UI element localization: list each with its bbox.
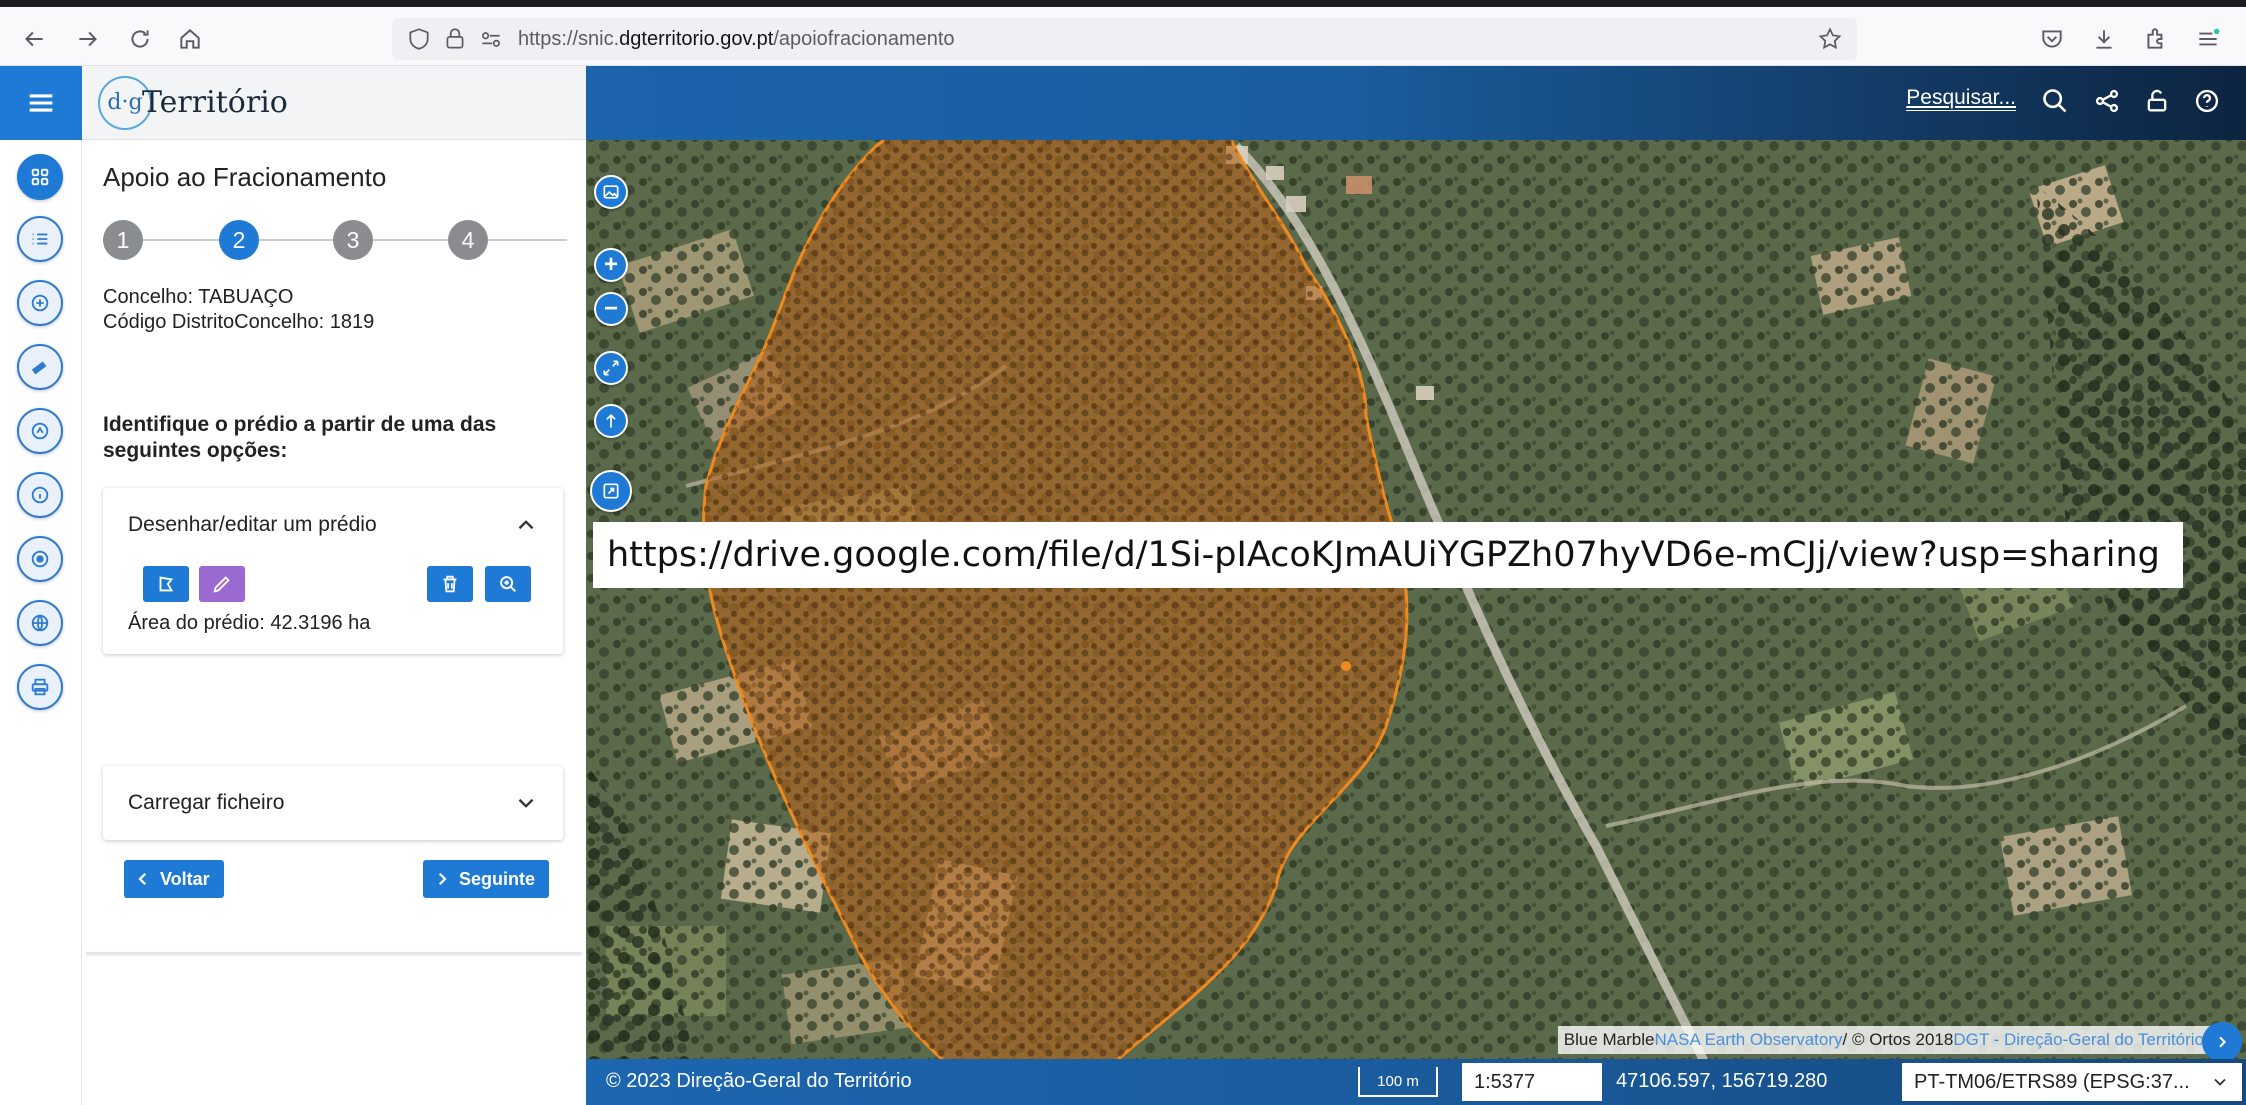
draw-edit-card: Desenhar/editar um prédio Área do prédio… <box>103 488 563 654</box>
trash-icon <box>443 575 457 593</box>
panel-divider <box>86 952 582 954</box>
shield-icon <box>409 28 429 50</box>
logo-wordmark: Território <box>142 85 288 120</box>
draw-tools-icon[interactable] <box>17 408 63 454</box>
full-extent-button[interactable] <box>594 351 628 385</box>
reload-icon[interactable] <box>122 21 158 57</box>
map-view[interactable]: Pesquisar... + − https://drive.google.co… <box>586 66 2246 1105</box>
step-4[interactable]: 4 <box>448 220 488 260</box>
attribution-separator: / © Ortos 2018 <box>1842 1030 1954 1049</box>
step-1[interactable]: 1 <box>103 220 143 260</box>
codigo-text: Código DistritoConcelho: 1819 <box>103 311 375 333</box>
step-2[interactable]: 2 <box>219 220 259 260</box>
panel-title: Apoio ao Fracionamento <box>103 162 387 192</box>
add-layer-icon[interactable] <box>17 280 63 326</box>
step-3[interactable]: 3 <box>333 220 373 260</box>
crs-select[interactable]: PT-TM06/ETRS89 (EPSG:37... <box>1902 1063 2242 1101</box>
layers-list-icon[interactable] <box>17 216 63 262</box>
map-status-bar: © 2023 Direção-Geral do Território 100 m… <box>586 1059 2246 1105</box>
permissions-icon <box>482 32 500 47</box>
chevron-right-icon <box>2219 1036 2227 1048</box>
pencil-icon <box>213 576 230 593</box>
location-target-icon[interactable] <box>17 536 63 582</box>
attribution-basemap: Blue Marble <box>1563 1030 1655 1049</box>
scale-input[interactable]: 1:5377 <box>1462 1063 1602 1101</box>
search-icon[interactable] <box>2038 84 2072 118</box>
print-icon[interactable] <box>17 664 63 710</box>
side-panel: d·g Território Apoio ao Fracionamento 1 … <box>82 66 586 1105</box>
back-button[interactable]: Voltar <box>124 860 224 898</box>
parcel-area-text: Área do prédio: 42.3196 ha <box>128 612 371 634</box>
zoom-in-icon <box>500 576 517 593</box>
upload-file-card: Carregar ficheiro <box>103 766 563 840</box>
apps-grid-icon[interactable] <box>17 154 63 200</box>
back-button-label: Voltar <box>160 868 210 889</box>
delete-polygon-button[interactable] <box>427 566 473 602</box>
unlock-icon[interactable] <box>2140 84 2174 118</box>
polygon-draw-icon <box>159 576 174 592</box>
back-arrow-icon[interactable] <box>16 21 52 57</box>
chevron-left-icon <box>138 872 147 886</box>
crs-selected-value: PT-TM06/ETRS89 (EPSG:37... <box>1914 1070 2190 1093</box>
draw-tools-row <box>103 562 563 612</box>
zoom-in-button[interactable]: + <box>594 248 628 282</box>
ruler-measure-icon[interactable] <box>17 344 63 390</box>
instruction-text: Identifique o prédio a partir de uma das… <box>103 413 497 462</box>
app-menu-icon[interactable] <box>2190 21 2226 57</box>
upload-file-card-title: Carregar ficheiro <box>128 791 285 814</box>
edit-polygon-button[interactable] <box>199 566 245 602</box>
shared-link-banner: https://drive.google.com/file/d/1Si-pIAc… <box>593 522 2183 588</box>
coordinates-readout: 47106.597, 156719.280 <box>1616 1070 1828 1092</box>
fullscreen-icon <box>603 483 619 499</box>
address-bar[interactable]: https://snic.dgterritorio.gov.pt/apoiofr… <box>392 18 1857 60</box>
attribution-nasa-link[interactable]: NASA Earth Observatory <box>1654 1030 1842 1050</box>
draw-edit-card-header[interactable]: Desenhar/editar um prédio <box>103 488 563 562</box>
bookmark-star-icon[interactable] <box>1817 26 1843 52</box>
attribution-toggle-button[interactable] <box>2202 1022 2242 1062</box>
attribution-dgt-link[interactable]: DGT - Direção-Geral do Território <box>1953 1030 2204 1050</box>
forward-arrow-icon[interactable] <box>70 21 106 57</box>
north-arrow-button[interactable] <box>594 404 628 438</box>
draw-edit-card-title: Desenhar/editar um prédio <box>128 513 377 536</box>
basemap-button[interactable] <box>594 175 628 209</box>
brand-header: d·g Território <box>82 66 586 140</box>
chevron-right-icon <box>438 872 447 886</box>
draw-polygon-button[interactable] <box>143 566 189 602</box>
chevron-up-icon <box>518 520 534 530</box>
download-icon[interactable] <box>2086 21 2122 57</box>
home-icon[interactable] <box>172 21 208 57</box>
zoom-out-button[interactable]: − <box>594 292 628 326</box>
lock-icon <box>446 28 464 49</box>
url-text: https://snic.dgterritorio.gov.pt/apoiofr… <box>518 27 955 50</box>
wizard-stepper: 1 2 3 4 <box>103 220 567 260</box>
dgt-logo[interactable]: d·g Território <box>98 75 288 130</box>
extensions-icon[interactable] <box>2138 21 2174 57</box>
search-link[interactable]: Pesquisar... <box>1906 86 2016 111</box>
browser-toolbar: https://snic.dgterritorio.gov.pt/apoiofr… <box>0 0 2246 66</box>
chevron-down-icon <box>2214 1078 2226 1086</box>
map-attribution: Blue Marble NASA Earth Observatory / © O… <box>1557 1026 2210 1054</box>
concelho-text: Concelho: TABUAÇO <box>103 286 294 308</box>
share-icon[interactable] <box>2090 84 2124 118</box>
expand-diagonal-icon <box>603 360 619 376</box>
chevron-down-icon <box>518 798 534 808</box>
next-button-label: Seguinte <box>459 868 536 889</box>
hamburger-menu-icon[interactable] <box>0 66 82 140</box>
scale-bar: 100 m <box>1358 1067 1438 1097</box>
map-header-bar: Pesquisar... <box>586 66 2246 140</box>
info-icon[interactable] <box>17 472 63 518</box>
help-icon[interactable] <box>2190 84 2224 118</box>
zoom-to-polygon-button[interactable] <box>485 566 531 602</box>
pocket-icon[interactable] <box>2034 21 2070 57</box>
arrow-up-icon <box>606 413 616 428</box>
tool-rail <box>0 66 82 1105</box>
globe-icon[interactable] <box>17 600 63 646</box>
copyright-text: © 2023 Direção-Geral do Território <box>606 1070 912 1092</box>
next-button[interactable]: Seguinte <box>423 860 550 898</box>
upload-file-card-header[interactable]: Carregar ficheiro <box>103 766 563 840</box>
fullscreen-button[interactable] <box>590 470 632 512</box>
image-icon <box>603 185 619 199</box>
